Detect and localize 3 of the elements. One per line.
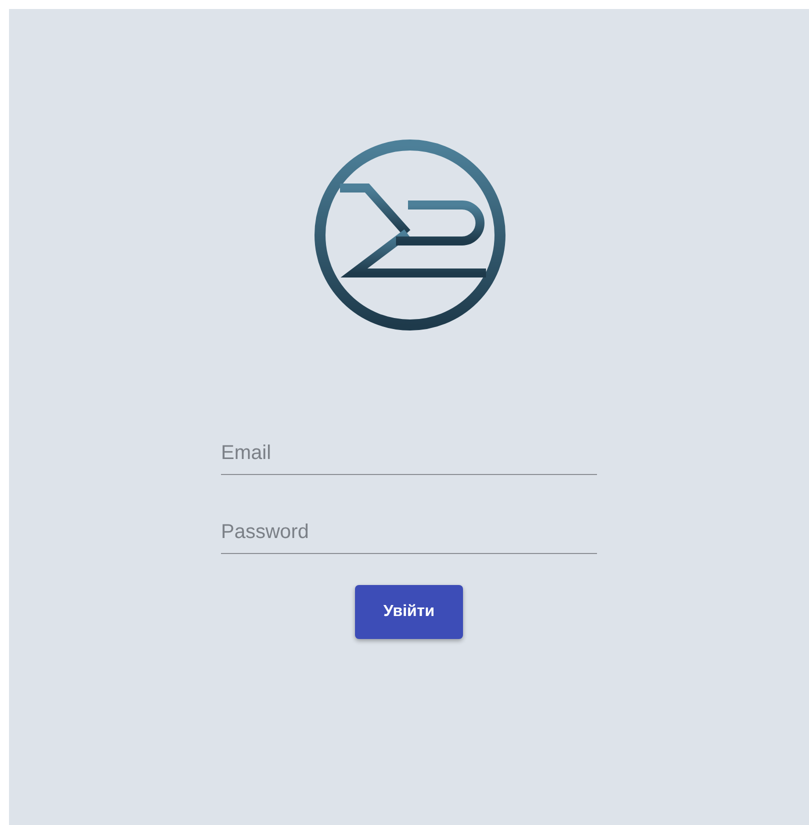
login-button[interactable]: Увійти [355,585,463,639]
input-field[interactable]: Email [221,438,597,475]
input-field[interactable]: Password [221,517,597,554]
